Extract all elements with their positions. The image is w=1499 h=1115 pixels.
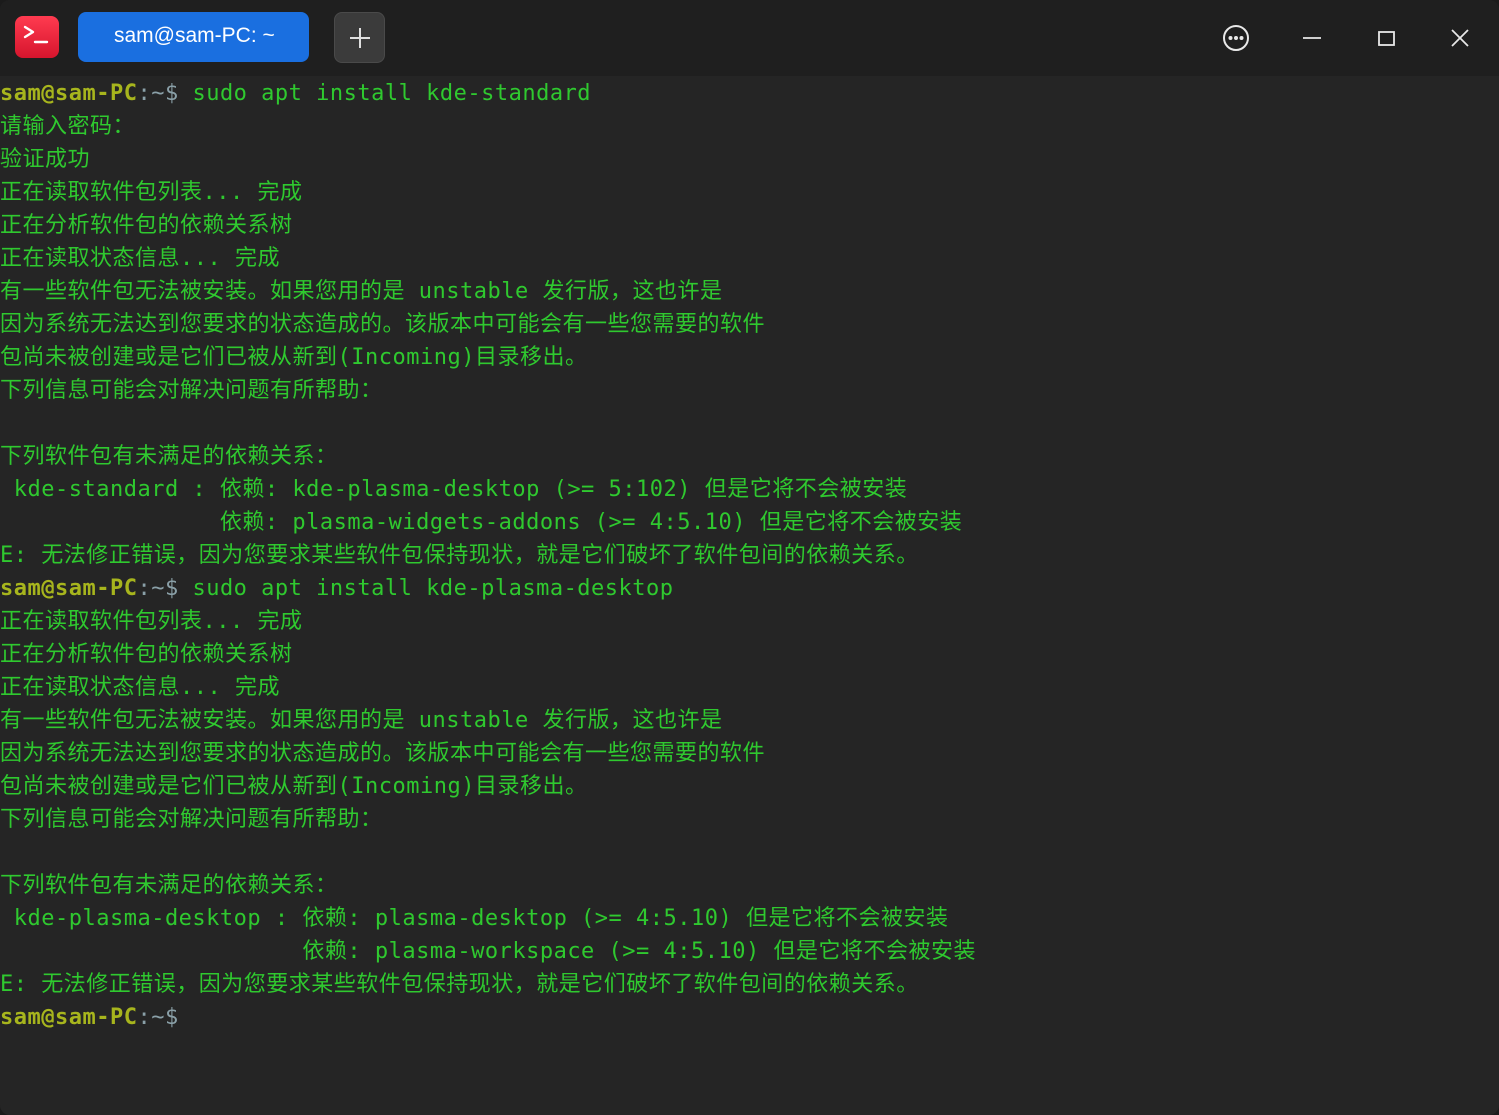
- tab-terminal-session[interactable]: sam@sam-PC: ~: [78, 12, 376, 62]
- terminal-output[interactable]: sam@sam-PC:~$ sudo apt install kde-stand…: [0, 76, 1499, 1115]
- prompt-line: sam@sam-PC:~$ sudo apt install kde-plasm…: [0, 572, 1499, 605]
- output-line: 下列信息可能会对解决问题有所帮助：: [0, 378, 383, 403]
- terminal-icon[interactable]: [15, 16, 59, 58]
- output-line: 下列软件包有未满足的依赖关系：: [0, 873, 338, 898]
- tab-title: sam@sam-PC: ~: [114, 24, 275, 47]
- output-line: 依赖: plasma-widgets-addons (>= 4:5.10) 但是…: [0, 510, 963, 535]
- maximize-icon: [1378, 31, 1395, 46]
- prompt-user: sam@sam-PC: [0, 1005, 138, 1030]
- output-line: 正在读取软件包列表... 完成: [0, 609, 303, 634]
- maximize-button[interactable]: [1366, 18, 1406, 58]
- output-line: 正在读取状态信息... 完成: [0, 675, 280, 700]
- output-line: 验证成功: [0, 147, 91, 172]
- prompt-path: :~$: [137, 81, 179, 106]
- output-line: 正在分析软件包的依赖关系树: [0, 642, 293, 667]
- prompt-line: sam@sam-PC:~$: [0, 1001, 1499, 1034]
- command-text: sudo apt install kde-plasma-desktop: [178, 576, 674, 601]
- close-window-icon: [1451, 29, 1469, 47]
- new-tab-button[interactable]: [334, 12, 385, 63]
- prompt-path: :~$: [137, 576, 179, 601]
- title-bar[interactable]: sam@sam-PC: ~: [0, 0, 1499, 76]
- menu-button[interactable]: [1216, 18, 1256, 58]
- output-line: 下列软件包有未满足的依赖关系：: [0, 444, 338, 469]
- prompt-line: sam@sam-PC:~$ sudo apt install kde-stand…: [0, 77, 1499, 110]
- prompt-user: sam@sam-PC: [0, 81, 138, 106]
- prompt-user: sam@sam-PC: [0, 576, 138, 601]
- output-line: 请输入密码：: [0, 114, 136, 139]
- output-line: 有一些软件包无法被安装。如果您用的是 unstable 发行版，这也许是: [0, 708, 723, 733]
- output-line: 因为系统无法达到您要求的状态造成的。该版本中可能会有一些您需要的软件: [0, 741, 766, 766]
- minimize-icon: [1303, 37, 1321, 39]
- output-line: 正在读取状态信息... 完成: [0, 246, 280, 271]
- output-line: 因为系统无法达到您要求的状态造成的。该版本中可能会有一些您需要的软件: [0, 312, 766, 337]
- plus-icon: [350, 28, 370, 48]
- output-line: kde-standard : 依赖: kde-plasma-desktop (>…: [0, 477, 908, 502]
- terminal-window: sam@sam-PC: ~ sam@sam-PC:~$ sudo apt ins…: [0, 0, 1499, 1115]
- output-line: 依赖: plasma-workspace (>= 4:5.10) 但是它将不会被…: [0, 939, 976, 964]
- minimize-button[interactable]: [1292, 18, 1332, 58]
- output-line: 正在分析软件包的依赖关系树: [0, 213, 293, 238]
- output-line: 下列信息可能会对解决问题有所帮助：: [0, 807, 383, 832]
- output-line: E: 无法修正错误，因为您要求某些软件包保持现状，就是它们破坏了软件包间的依赖关…: [0, 972, 919, 997]
- output-line: 包尚未被创建或是它们已被从新到(Incoming)目录移出。: [0, 345, 588, 370]
- output-line: E: 无法修正错误，因为您要求某些软件包保持现状，就是它们破坏了软件包间的依赖关…: [0, 543, 919, 568]
- prompt-path: :~$: [137, 1005, 179, 1030]
- output-line: 正在读取软件包列表... 完成: [0, 180, 303, 205]
- command-text: sudo apt install kde-standard: [178, 81, 592, 106]
- output-line: 包尚未被创建或是它们已被从新到(Incoming)目录移出。: [0, 774, 588, 799]
- output-line: kde-plasma-desktop : 依赖: plasma-desktop …: [0, 906, 949, 931]
- more-options-icon: [1223, 25, 1249, 51]
- output-line: 有一些软件包无法被安装。如果您用的是 unstable 发行版，这也许是: [0, 279, 723, 304]
- close-window-button[interactable]: [1440, 18, 1480, 58]
